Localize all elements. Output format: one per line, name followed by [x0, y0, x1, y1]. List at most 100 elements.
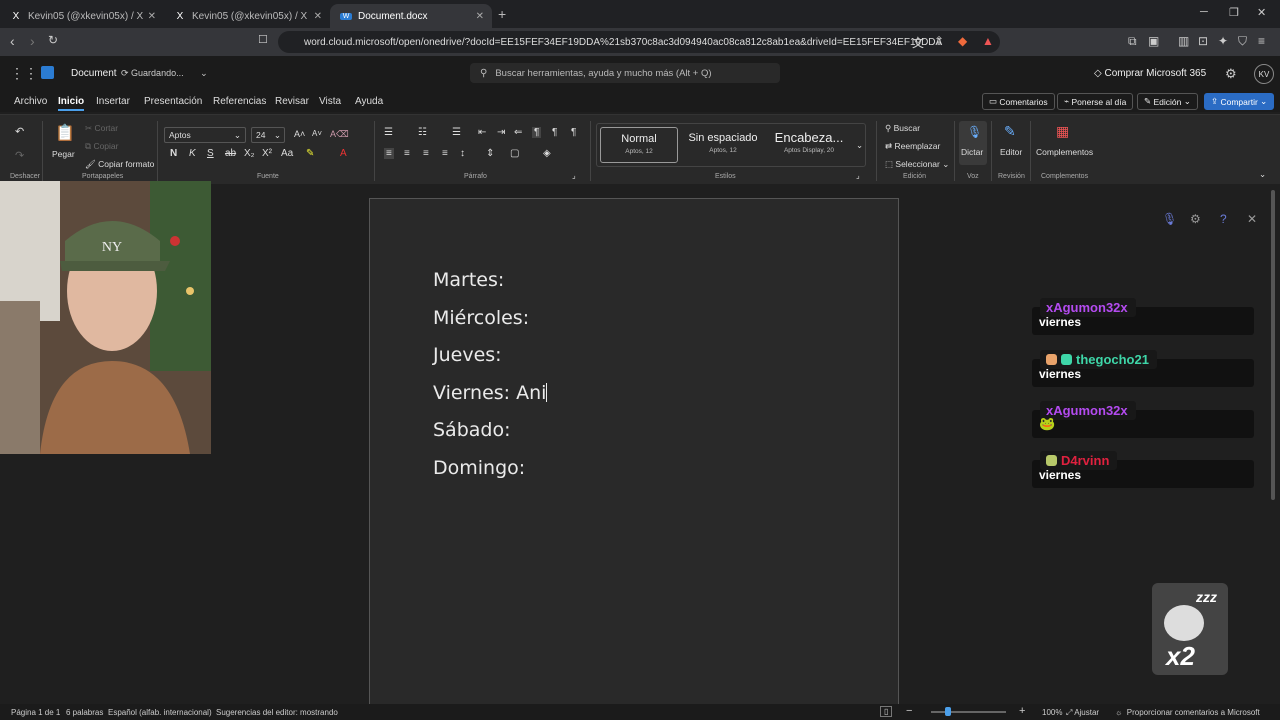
share-icon[interactable]: ⇪: [934, 34, 944, 48]
tab-insertar[interactable]: Insertar: [96, 96, 130, 107]
feedback-button[interactable]: ☼ Proporcionar comentarios a Microsoft: [1115, 708, 1260, 717]
increase-indent-icon[interactable]: ⇥: [497, 127, 505, 138]
zoom-slider[interactable]: [931, 711, 1006, 713]
tab-inicio[interactable]: Inicio: [58, 96, 85, 111]
style-normal[interactable]: Normal Aptos, 12: [600, 127, 678, 163]
dialog-launcher-icon[interactable]: ⌟: [856, 171, 860, 180]
undo-icon[interactable]: ↶: [15, 125, 24, 138]
borders-icon[interactable]: ▢: [510, 148, 519, 159]
reload-icon[interactable]: ↻: [48, 33, 58, 47]
zoom-level[interactable]: 100%: [1042, 708, 1062, 717]
buy-microsoft-365-link[interactable]: ◇ Comprar Microsoft 365: [1094, 68, 1206, 79]
search-box[interactable]: ⚲ Buscar herramientas, ayuda y mucho más…: [470, 63, 780, 83]
font-size-select[interactable]: 24 ⌄: [251, 127, 285, 143]
vpn-icon[interactable]: ⊡: [1198, 34, 1208, 48]
redo-icon[interactable]: ↷: [15, 149, 24, 162]
underline-icon[interactable]: S: [207, 148, 214, 159]
close-icon[interactable]: ✕: [1247, 212, 1257, 226]
vertical-scrollbar[interactable]: [1271, 190, 1275, 500]
align-left-icon[interactable]: ≡: [384, 148, 394, 159]
document-name[interactable]: Document: [71, 68, 117, 79]
addins-icon[interactable]: ▦: [1056, 123, 1069, 140]
language[interactable]: Español (alfab. internacional): [108, 708, 212, 717]
shading-icon[interactable]: ◈: [543, 148, 551, 159]
highlight-icon[interactable]: ✎: [306, 148, 314, 159]
style-no-spacing[interactable]: Sin espaciado Aptos, 12: [683, 127, 763, 163]
clear-format-icon[interactable]: A⌫: [330, 129, 349, 140]
catch-up-button[interactable]: ⌁ Ponerse al día: [1057, 93, 1134, 110]
wallet-icon[interactable]: ▣: [1148, 34, 1159, 48]
align-center-icon[interactable]: ≡: [404, 148, 410, 159]
maximize-icon[interactable]: ❐: [1229, 6, 1239, 19]
browser-tab[interactable]: X Kevin05 (@xkevin05x) / X ✕: [0, 4, 164, 28]
tab-ayuda[interactable]: Ayuda: [355, 96, 383, 107]
collapse-ribbon-icon[interactable]: ⌄: [1259, 169, 1266, 180]
justify-icon[interactable]: ≡: [442, 148, 448, 159]
browser-tab-active[interactable]: W Document.docx ✕: [330, 4, 492, 28]
new-tab-icon[interactable]: +: [498, 6, 506, 22]
editor-suggestions[interactable]: Sugerencias del editor: mostrando: [216, 708, 338, 717]
editor-button[interactable]: Editor: [1000, 147, 1022, 157]
app-launcher-icon[interactable]: ⋮⋮: [10, 65, 38, 82]
bookmark-icon[interactable]: ☐: [258, 33, 268, 46]
document-page[interactable]: Martes: Miércoles: Jueves: Viernes: Ani …: [369, 198, 899, 708]
cut-button[interactable]: ✂ Cortar: [85, 123, 118, 134]
browser-tab[interactable]: X Kevin05 (@xkevin05x) / X ✕: [164, 4, 330, 28]
extensions-icon[interactable]: ⧉: [1128, 34, 1137, 49]
ltr-icon[interactable]: ¶: [532, 127, 542, 138]
more-styles-icon[interactable]: ⌄: [856, 140, 863, 151]
shrink-font-icon[interactable]: A˅: [312, 129, 322, 138]
document-line-current[interactable]: Viernes: Ani: [433, 382, 548, 404]
decrease-indent-icon[interactable]: ⇤: [478, 127, 486, 138]
close-window-icon[interactable]: ✕: [1257, 6, 1266, 19]
multilevel-list-icon[interactable]: ☰: [452, 127, 461, 138]
dialog-launcher-icon[interactable]: ⌟: [572, 171, 576, 180]
tab-revisar[interactable]: Revisar: [275, 96, 309, 107]
view-mode-icon[interactable]: ▯: [880, 706, 893, 717]
align-right-icon[interactable]: ≡: [423, 148, 429, 159]
show-marks-icon[interactable]: ¶: [571, 127, 576, 138]
close-tab-icon[interactable]: ✕: [314, 11, 322, 22]
find-button[interactable]: ⚲ Buscar: [885, 123, 920, 134]
tab-presentacion[interactable]: Presentación: [144, 96, 202, 107]
minimize-icon[interactable]: ─: [1200, 6, 1208, 18]
zoom-in-icon[interactable]: +: [1019, 705, 1025, 717]
paste-icon[interactable]: 📋: [55, 123, 75, 143]
comments-button[interactable]: ▭ Comentarios: [982, 93, 1055, 110]
translate-icon[interactable]: 文: [912, 34, 924, 51]
zoom-slider-thumb[interactable]: [945, 707, 951, 716]
gear-icon[interactable]: ⚙: [1190, 212, 1201, 226]
editing-mode-button[interactable]: ✎ Edición ⌄: [1137, 93, 1198, 110]
rewards-icon[interactable]: ▲: [982, 34, 994, 48]
addins-button[interactable]: Complementos: [1036, 147, 1093, 157]
tab-archivo[interactable]: Archivo: [14, 96, 47, 107]
subscript-icon[interactable]: X₂: [244, 148, 255, 159]
paste-button[interactable]: Pegar: [52, 149, 75, 159]
paragraph-spacing-icon[interactable]: ⇕: [486, 148, 494, 159]
copy-button[interactable]: ⧉ Copiar: [85, 141, 118, 152]
dictate-button[interactable]: 🎙 Dictar: [959, 121, 987, 165]
close-tab-icon[interactable]: ✕: [148, 11, 156, 22]
replace-button[interactable]: ⇄ Reemplazar: [885, 141, 940, 152]
tab-referencias[interactable]: Referencias: [213, 96, 266, 107]
leo-icon[interactable]: ✦: [1218, 34, 1228, 48]
word-count[interactable]: 6 palabras: [66, 708, 103, 717]
microphone-icon[interactable]: 🎙: [1162, 212, 1177, 226]
document-line[interactable]: Jueves:: [433, 344, 502, 366]
share-button[interactable]: ⇪ Compartir ⌄: [1204, 93, 1275, 110]
bullets-icon[interactable]: ☰: [384, 127, 393, 138]
fit-button[interactable]: ⤢ Ajustar: [1066, 708, 1099, 718]
zoom-out-icon[interactable]: −: [906, 705, 912, 717]
url-field[interactable]: word.cloud.microsoft/open/onedrive/?docI…: [278, 31, 1000, 53]
select-button[interactable]: ⬚ Seleccionar ⌄: [885, 159, 949, 170]
superscript-icon[interactable]: X²: [262, 148, 272, 159]
sidebar-icon[interactable]: ▥: [1178, 34, 1189, 48]
font-name-select[interactable]: Aptos ⌄: [164, 127, 246, 143]
strikethrough-icon[interactable]: ab: [225, 148, 236, 159]
font-color-icon[interactable]: A: [340, 148, 347, 159]
editor-icon[interactable]: ✎: [1004, 123, 1016, 140]
forward-icon[interactable]: ›: [30, 33, 35, 49]
grow-font-icon[interactable]: A˄: [294, 129, 305, 139]
style-heading[interactable]: Encabeza... Aptos Display, 20: [769, 127, 849, 163]
paragraph-direction-icon[interactable]: ¶: [552, 127, 557, 138]
